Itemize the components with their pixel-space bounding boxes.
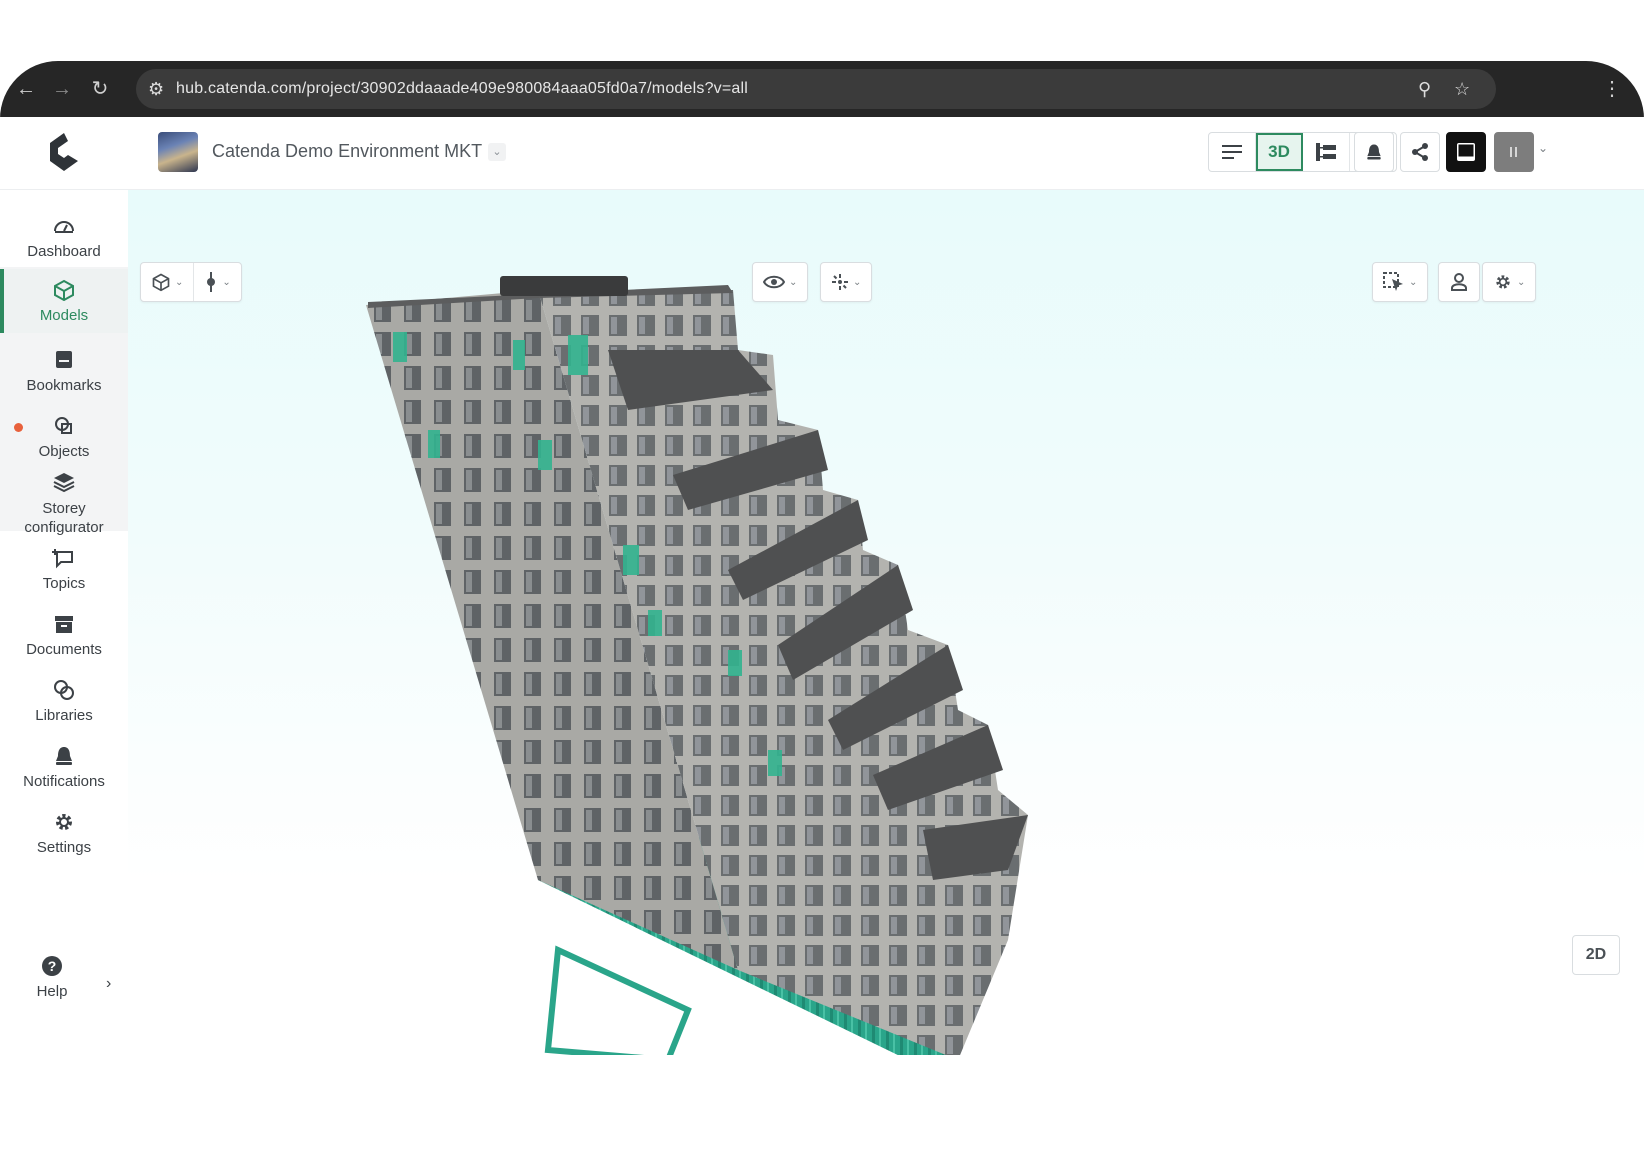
help-icon: ? [42, 956, 62, 976]
avatar-icon [1510, 147, 1517, 157]
view-cube-dropdown[interactable]: ⌄ [141, 263, 195, 301]
building-model[interactable] [128, 190, 1644, 1055]
list-view-button[interactable] [1209, 133, 1256, 171]
selection-mode-dropdown[interactable]: ⌄ [1373, 263, 1427, 301]
library-icon [54, 680, 74, 700]
visibility-dropdown[interactable]: ⌄ [753, 263, 807, 301]
back-icon[interactable]: ← [12, 75, 40, 103]
sidebar-divider [0, 189, 128, 190]
gear-icon [1496, 275, 1510, 289]
first-person-button[interactable] [1439, 263, 1479, 301]
sidebar-item-label: Settings [36, 839, 92, 856]
address-bar[interactable]: ⚙ hub.catenda.com/project/30902ddaaade40… [136, 69, 1496, 109]
chevron-down-icon: ⌄ [853, 276, 862, 288]
reload-icon[interactable]: ↻ [86, 75, 114, 103]
sidebar-item-help[interactable]: ? Help [0, 955, 116, 1009]
user-avatar-button[interactable] [1494, 132, 1534, 172]
explode-icon [832, 274, 848, 290]
gauge-icon [54, 221, 74, 233]
sidebar-item-models[interactable]: Models [0, 269, 128, 333]
sidebar-item-label: Dashboard [27, 243, 101, 260]
sidebar: Dashboard Models Bookmarks Objects Store… [0, 117, 129, 1055]
eye-icon [763, 275, 785, 289]
foundation-frame [544, 945, 692, 1055]
viewer-settings-dropdown[interactable]: ⌄ [1483, 263, 1535, 301]
sidebar-item-documents[interactable]: Documents [0, 613, 128, 667]
sidebar-item-label: Topics [42, 575, 86, 592]
browser-toolbar: ← → ↻ ⚙ hub.catenda.com/project/30902dda… [0, 61, 1644, 117]
objects-icon [55, 417, 72, 434]
sidebar-item-label: Storey configurator [24, 500, 104, 536]
bookmark-icon [56, 351, 72, 368]
view-3d-button[interactable]: 3D [1256, 133, 1303, 171]
visibility-toolbar: ⌄ [752, 262, 809, 302]
walk-toolbar [1438, 262, 1480, 302]
svg-text:?: ? [48, 958, 57, 974]
sidebar-item-label: Libraries [35, 707, 93, 724]
viewer-settings-toolbar: ⌄ [1482, 262, 1537, 302]
section-icon [207, 272, 216, 292]
share-icon [1412, 143, 1428, 161]
sidebar-item-label: Notifications [23, 773, 105, 790]
gear-icon [56, 814, 72, 830]
zoom-icon[interactable]: ⚲ [1418, 69, 1431, 109]
sidebar-item-objects[interactable]: Objects [0, 415, 128, 469]
sidebar-item-dashboard[interactable]: Dashboard [0, 215, 128, 269]
chevron-down-icon: ⌄ [175, 276, 184, 288]
sidebar-item-bookmarks[interactable]: Bookmarks [0, 349, 128, 403]
chevron-down-icon: ⌄ [1517, 276, 1526, 288]
sidebar-item-label: Models [39, 307, 89, 324]
sidebar-item-label: Bookmarks [26, 377, 102, 394]
layers-icon [53, 473, 75, 493]
chevron-down-icon: ⌄ [1409, 276, 1418, 288]
site-settings-icon[interactable]: ⚙ [148, 69, 164, 109]
sidebar-item-label: Documents [26, 641, 102, 658]
explode-toolbar: ⌄ [820, 262, 873, 302]
bell-icon [56, 747, 72, 765]
sidebar-item-libraries[interactable]: Libraries [0, 679, 128, 733]
browser-window: ← → ↻ ⚙ hub.catenda.com/project/30902dda… [0, 61, 1644, 1055]
help-label: Help [36, 983, 68, 1000]
roof-unit [500, 276, 628, 296]
chevron-down-icon: ⌄ [222, 276, 231, 288]
section-tool-dropdown[interactable]: ⌄ [194, 263, 240, 301]
forward-icon[interactable]: → [48, 75, 76, 103]
url-text[interactable]: hub.catenda.com/project/30902ddaaade409e… [176, 69, 748, 109]
sidebar-item-storey-configurator[interactable]: Storey configurator [0, 471, 128, 536]
account-chevron-icon[interactable]: ⌄ [1538, 141, 1548, 155]
chevron-down-icon[interactable]: ⌄ [488, 143, 506, 161]
project-thumbnail[interactable] [158, 132, 198, 172]
browser-menu-icon[interactable]: ⋮ [1602, 75, 1622, 103]
list-icon [1222, 145, 1242, 159]
bookmark-star-icon[interactable]: ☆ [1454, 69, 1470, 109]
chevron-down-icon: ⌄ [789, 276, 798, 288]
sidebar-item-label: Objects [38, 443, 90, 460]
panel-toggle-button[interactable] [1446, 132, 1486, 172]
sidebar-item-settings[interactable]: Settings [0, 811, 128, 865]
sidebar-item-topics[interactable]: Topics [0, 547, 128, 601]
explode-dropdown[interactable]: ⌄ [821, 263, 871, 301]
model-toolbar: ⌄ ⌄ [140, 262, 242, 302]
share-button[interactable] [1400, 132, 1440, 172]
model-viewport[interactable]: ⌄ ⌄ ⌄ ⌄ ⌄ ⌄ 2D [128, 190, 1644, 1055]
archive-icon [55, 616, 73, 633]
project-header: Catenda Demo Environment MKT ⌄ 3D ⌄ [128, 117, 1644, 190]
toggle-2d-button[interactable]: 2D [1572, 935, 1620, 975]
sidebar-item-notifications[interactable]: Notifications [0, 745, 128, 799]
notifications-button[interactable] [1354, 132, 1394, 172]
sidebar-expand-icon[interactable]: › [106, 975, 111, 993]
tree-icon [1316, 143, 1336, 161]
topic-icon [52, 549, 73, 569]
person-icon [1451, 273, 1467, 291]
project-title[interactable]: Catenda Demo Environment MKT [212, 141, 482, 162]
cube-icon [152, 273, 170, 292]
selection-toolbar: ⌄ [1372, 262, 1429, 302]
cube-icon [54, 279, 74, 301]
select-cursor-icon [1383, 272, 1403, 291]
catenda-logo[interactable] [44, 131, 84, 175]
panel-icon [1457, 143, 1475, 161]
tree-view-button[interactable] [1303, 133, 1350, 171]
bell-icon [1367, 144, 1381, 160]
